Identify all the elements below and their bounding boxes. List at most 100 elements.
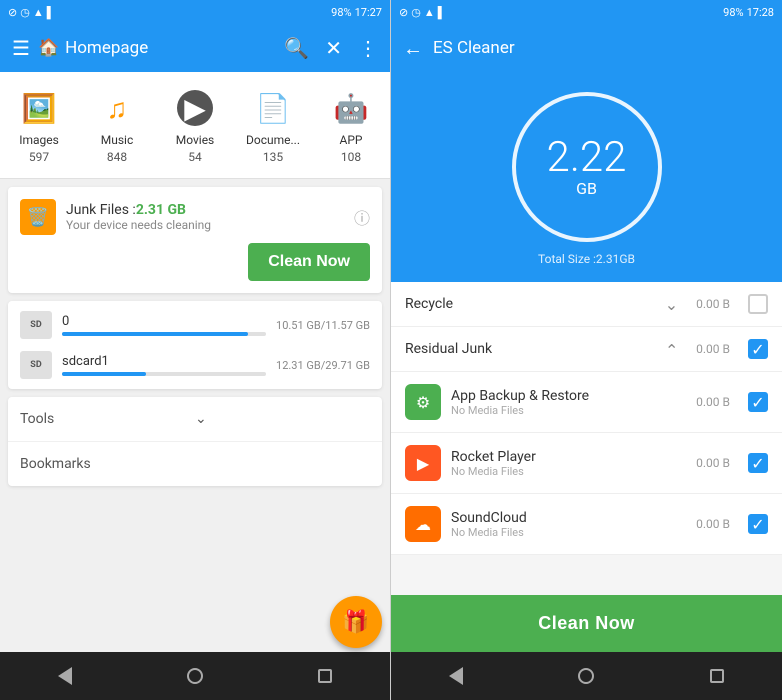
hamburger-icon[interactable]: ☰	[12, 36, 30, 60]
category-app[interactable]: 🤖 APP 108	[312, 80, 390, 170]
residual-junk-chevron-icon[interactable]: ⌄	[665, 340, 678, 359]
documents-label: Docume...	[246, 133, 300, 147]
app-icon: 🤖	[334, 92, 369, 125]
recents-square-icon	[318, 669, 332, 683]
right-recents-nav-button[interactable]	[697, 656, 737, 696]
storage-info-1: sdcard1	[62, 354, 266, 376]
movies-label: Movies	[176, 133, 215, 147]
homepage-title: 🏠 Homepage	[38, 38, 276, 58]
left-status-bar: ⊘ ◷ ▲ ▌ 98% 17:27	[0, 0, 390, 24]
left-scrollable: 🖼️ Images 597 ♫ Music 848 ▶ Movies	[0, 72, 390, 652]
app-backup-size: 0.00 B	[696, 395, 730, 409]
right-toolbar: ← ES Cleaner	[391, 24, 782, 72]
movies-icon: ▶	[177, 90, 213, 126]
recycle-row[interactable]: Recycle ⌄ 0.00 B	[391, 282, 782, 327]
app-icon-wrap: 🤖	[329, 86, 373, 130]
left-panel: ⊘ ◷ ▲ ▌ 98% 17:27 ☰ 🏠 Homepage 🔍 ✕ ⋮	[0, 0, 391, 700]
app-label: APP	[340, 133, 363, 147]
cleaner-hero: 2.22 GB Total Size :2.31GB	[391, 72, 782, 282]
home-icon: 🏠	[38, 38, 59, 58]
right-home-nav-button[interactable]	[566, 656, 606, 696]
more-icon[interactable]: ⋮	[358, 36, 378, 60]
storage-bar-wrap-1	[62, 372, 266, 376]
home-nav-button[interactable]	[175, 656, 215, 696]
images-label: Images	[19, 133, 59, 147]
music-label: Music	[101, 133, 133, 147]
images-count: 597	[29, 150, 49, 164]
bookmarks-row[interactable]: Bookmarks	[8, 442, 382, 486]
left-content: 🖼️ Images 597 ♫ Music 848 ▶ Movies	[0, 72, 390, 700]
category-movies[interactable]: ▶ Movies 54	[156, 80, 234, 170]
category-images[interactable]: 🖼️ Images 597	[0, 80, 78, 170]
sdcard-icon-0: SD	[20, 311, 52, 339]
cleaner-circle: 2.22 GB	[512, 92, 662, 242]
back-button[interactable]: ←	[403, 36, 423, 61]
app-backup-icon: ⚙	[405, 384, 441, 420]
storage-item-0[interactable]: SD 0 10.51 GB/11.57 GB	[20, 311, 370, 339]
residual-junk-label: Residual Junk	[405, 341, 655, 357]
time-label: 17:27	[355, 6, 382, 19]
circle-size-value: 2.22	[547, 137, 627, 179]
tools-row[interactable]: Tools ⌄	[8, 397, 382, 442]
storage-bar-0	[62, 332, 248, 336]
rocket-player-icon: ▶	[405, 445, 441, 481]
junk-size: 2.31 GB	[136, 202, 186, 218]
app-backup-row[interactable]: ⚙ App Backup & Restore No Media Files 0.…	[391, 372, 782, 433]
info-icon[interactable]: ⓘ	[354, 205, 370, 229]
recents-nav-button[interactable]	[305, 656, 345, 696]
soundcloud-icon: ☁	[405, 506, 441, 542]
right-panel: ⊘ ◷ ▲ ▌ 98% 17:28 ← ES Cleaner 2.22 GB T…	[391, 0, 782, 700]
music-icon: ♫	[107, 92, 128, 125]
es-cleaner-title: ES Cleaner	[433, 38, 515, 58]
right-recents-square-icon	[710, 669, 724, 683]
images-icon: 🖼️	[22, 92, 57, 125]
storage-size-0: 10.51 GB/11.57 GB	[276, 319, 370, 332]
app-backup-checkbox[interactable]: ✓	[748, 392, 768, 412]
music-icon-wrap: ♫	[95, 86, 139, 130]
storage-bar-wrap-0	[62, 332, 266, 336]
storage-size-1: 12.31 GB/29.71 GB	[276, 359, 370, 372]
soundcloud-checkbox[interactable]: ✓	[748, 514, 768, 534]
residual-junk-row[interactable]: Residual Junk ⌄ 0.00 B ✓	[391, 327, 782, 372]
right-status-right: 98% 17:28	[723, 6, 774, 19]
gift-fab[interactable]: 🎁	[330, 596, 382, 648]
junk-title: Junk Files :2.31 GB	[66, 202, 344, 218]
storage-item-1[interactable]: SD sdcard1 12.31 GB/29.71 GB	[20, 351, 370, 379]
right-clock-icon: ◷	[411, 6, 421, 19]
app-count: 108	[341, 150, 361, 164]
soundcloud-label: SoundCloud No Media Files	[451, 510, 686, 539]
rocket-player-row[interactable]: ▶ Rocket Player No Media Files 0.00 B ✓	[391, 433, 782, 494]
recycle-chevron-icon[interactable]: ⌄	[665, 295, 678, 314]
junk-text: Junk Files :2.31 GB Your device needs cl…	[66, 202, 344, 232]
recycle-label: Recycle	[405, 296, 655, 312]
clean-now-button-left[interactable]: Clean Now	[248, 243, 370, 281]
close-icon[interactable]: ✕	[325, 36, 342, 60]
left-status-right: 98% 17:27	[331, 6, 382, 19]
right-back-nav-button[interactable]	[436, 656, 476, 696]
right-battery-label: 98%	[723, 6, 743, 19]
search-icon[interactable]: 🔍	[284, 36, 309, 60]
category-documents[interactable]: 📄 Docume... 135	[234, 80, 312, 170]
back-nav-button[interactable]	[45, 656, 85, 696]
category-music[interactable]: ♫ Music 848	[78, 80, 156, 170]
storage-section: SD 0 10.51 GB/11.57 GB SD sdcard1	[8, 301, 382, 389]
rocket-player-checkbox[interactable]: ✓	[748, 453, 768, 473]
bookmarks-label: Bookmarks	[20, 456, 370, 472]
circle-size-unit: GB	[576, 179, 597, 198]
clock-icon: ◷	[20, 6, 30, 19]
tools-bookmarks-section: Tools ⌄ Bookmarks	[8, 397, 382, 486]
right-signal-icon: ▌	[438, 6, 446, 19]
clean-now-button-right[interactable]: Clean Now	[391, 595, 782, 652]
residual-junk-checkbox[interactable]: ✓	[748, 339, 768, 359]
right-status-left: ⊘ ◷ ▲ ▌	[399, 6, 446, 19]
wifi-icon: ▲	[33, 6, 44, 19]
trash-icon: 🗑️	[20, 199, 56, 235]
right-status-bar: ⊘ ◷ ▲ ▌ 98% 17:28	[391, 0, 782, 24]
rocket-player-label: Rocket Player No Media Files	[451, 449, 686, 478]
soundcloud-row[interactable]: ☁ SoundCloud No Media Files 0.00 B ✓	[391, 494, 782, 555]
recycle-checkbox[interactable]	[748, 294, 768, 314]
sdcard-icon-1: SD	[20, 351, 52, 379]
movies-icon-wrap: ▶	[173, 86, 217, 130]
right-back-triangle-icon	[449, 667, 463, 685]
soundcloud-size: 0.00 B	[696, 517, 730, 531]
